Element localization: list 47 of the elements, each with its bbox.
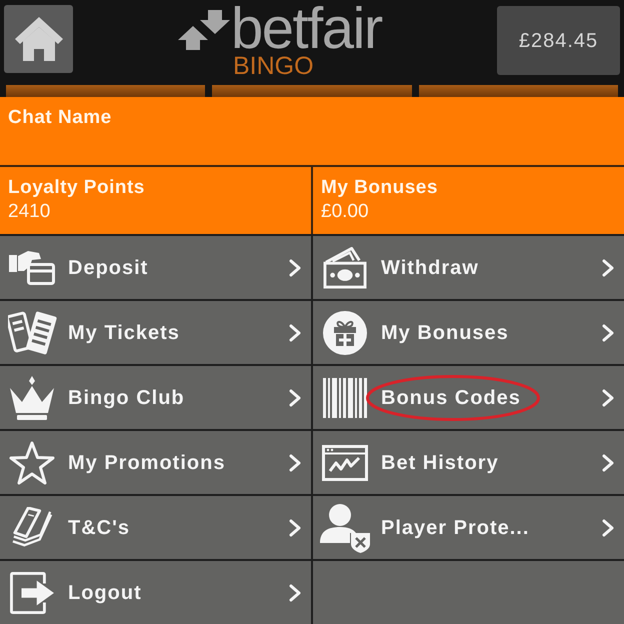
tab-bar[interactable] [212,85,412,97]
logo-text: betfair [231,6,382,52]
barcode-icon [323,378,367,418]
books-icon [11,506,53,548]
menu-item[interactable]: Bonus Codes [313,366,624,429]
exit-arrow-icon [10,572,54,614]
tickets-icon [8,310,56,356]
menu-item[interactable]: Player Prote... [313,496,624,559]
chevron-right-icon [602,388,614,406]
menu-item[interactable]: Logout [0,561,311,624]
star-icon [9,440,55,484]
summary-value: £0.00 [321,200,369,224]
summary-label: Loyalty Points [8,176,145,200]
chevron-right-icon [602,454,614,472]
menu-item[interactable]: My Bonuses [313,301,624,364]
home-icon [14,17,62,61]
home-button[interactable] [4,5,73,73]
crown-icon [10,376,54,420]
logo-subtitle: BINGO [233,53,315,79]
tab-bar[interactable] [418,85,618,97]
chat-name-label: Chat Name [8,107,112,128]
summary-value: 2410 [8,200,50,224]
chevron-right-icon [602,518,614,536]
balance-button[interactable]: £284.45 [497,6,620,75]
chevron-right-icon [289,518,301,536]
menu-item[interactable]: My Promotions [0,431,311,494]
chevron-right-icon [289,388,301,406]
menu-item[interactable]: Withdraw [313,236,624,299]
chevron-right-icon [289,454,301,472]
person-shield-icon [320,502,370,552]
chevron-right-icon [289,324,301,342]
chevron-right-icon [602,324,614,342]
menu-item[interactable]: Deposit [0,236,311,299]
arrows-logo-icon [178,10,230,50]
hand-card-icon [9,250,55,284]
chevron-right-icon [289,258,301,276]
chart-window-icon [322,444,368,480]
chevron-right-icon [602,258,614,276]
gift-icon [323,310,367,354]
chevron-right-icon [289,584,301,602]
tab-bar[interactable] [6,85,206,97]
summary-label: My Bonuses [321,176,438,200]
menu-item[interactable]: Bet History [313,431,624,494]
menu-item[interactable]: My Tickets [0,301,311,364]
menu-item[interactable]: T&C's [0,496,311,559]
menu-item[interactable]: Bingo Club [0,366,311,429]
banknotes-icon [323,246,367,288]
